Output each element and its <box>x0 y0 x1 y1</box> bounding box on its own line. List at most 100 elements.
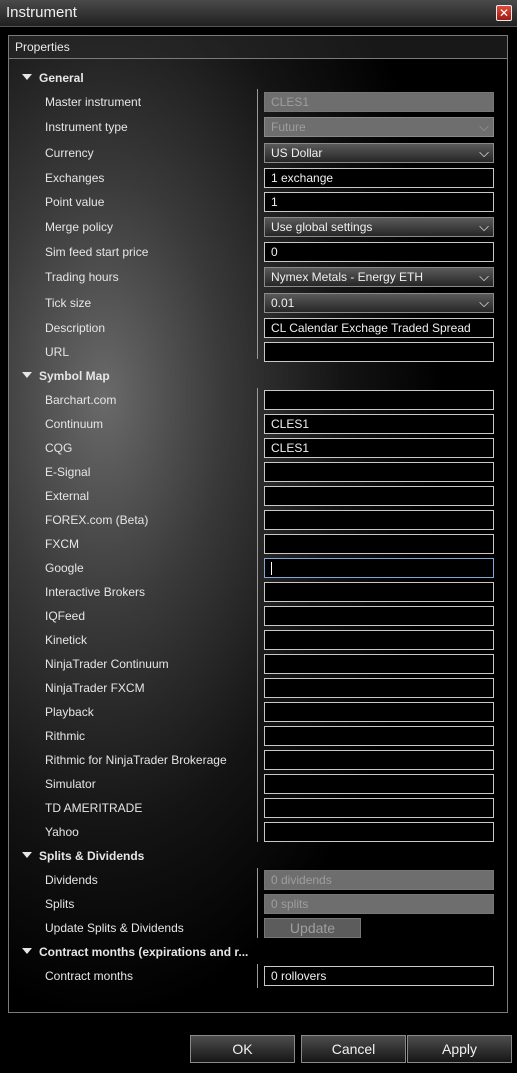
row-url: URL <box>9 340 507 364</box>
symbol-map-field[interactable]: CLES1 <box>264 414 494 434</box>
select-value: 0.01 <box>271 296 295 310</box>
symbol-map-field[interactable] <box>264 798 494 818</box>
symbol-map-field[interactable] <box>264 678 494 698</box>
symbol-map-field[interactable] <box>264 774 494 794</box>
exchanges-field[interactable]: 1 exchange <box>264 168 494 188</box>
row-merge-policy: Merge policy Use global settings ⌵ <box>9 215 507 239</box>
symbol-map-field[interactable] <box>264 726 494 746</box>
row-master-instrument: Master instrument CLES1 <box>9 90 507 114</box>
symbol-map-field[interactable] <box>264 558 494 578</box>
row-description: Description CL Calendar Exchage Traded S… <box>9 316 507 340</box>
symbol-map-field[interactable] <box>264 462 494 482</box>
label: Instrument type <box>45 120 128 134</box>
section-title: General <box>39 71 84 85</box>
symbol-map-row: Rithmic <box>9 724 507 748</box>
symbol-map-field[interactable] <box>264 606 494 626</box>
collapse-triangle-icon[interactable] <box>22 852 32 858</box>
symbol-map-row: Yahoo <box>9 820 507 844</box>
collapse-triangle-icon[interactable] <box>22 948 32 954</box>
symbol-map-field[interactable]: CLES1 <box>264 438 494 458</box>
properties-title: Properties <box>15 40 70 54</box>
section-general[interactable]: General <box>9 67 507 89</box>
symbol-map-field[interactable] <box>264 654 494 674</box>
symbol-map-field[interactable] <box>264 390 494 410</box>
currency-select[interactable]: US Dollar ⌵ <box>264 143 494 163</box>
contract-months-field[interactable]: 0 rollovers <box>264 966 494 986</box>
symbol-map-field[interactable] <box>264 630 494 650</box>
row-tick-size: Tick size 0.01 ⌵ <box>9 291 507 315</box>
symbol-map-row: Google <box>9 556 507 580</box>
label: Splits <box>45 897 75 911</box>
symbol-map-label: FOREX.com (Beta) <box>45 513 149 527</box>
symbol-map-label: TD AMERITRADE <box>45 801 143 815</box>
url-field[interactable] <box>264 342 494 362</box>
point-value-field[interactable]: 1 <box>264 192 494 212</box>
select-value: Nymex Metals - Energy ETH <box>271 270 424 284</box>
close-button[interactable]: ✕ <box>496 5 512 21</box>
merge-policy-select[interactable]: Use global settings ⌵ <box>264 217 494 237</box>
row-trading-hours: Trading hours Nymex Metals - Energy ETH … <box>9 265 507 289</box>
chevron-down-icon: ⌵ <box>479 295 489 310</box>
symbol-map-field[interactable] <box>264 702 494 722</box>
master-instrument-field: CLES1 <box>264 92 494 112</box>
symbol-map-label: Continuum <box>45 417 104 431</box>
label: Tick size <box>45 296 92 310</box>
properties-header: Properties <box>9 36 507 59</box>
chevron-down-icon: ⌵ <box>479 219 489 234</box>
symbol-map-label: Simulator <box>45 777 96 791</box>
symbol-map-label: Yahoo <box>45 825 79 839</box>
symbol-map-label: Interactive Brokers <box>45 585 146 599</box>
symbol-map-row: IQFeed <box>9 604 507 628</box>
select-value: Use global settings <box>271 220 373 234</box>
section-contract-months[interactable]: Contract months (expirations and r... <box>9 941 507 963</box>
apply-button[interactable]: Apply <box>407 1035 512 1063</box>
symbol-map-row: NinjaTrader FXCM <box>9 676 507 700</box>
label: Master instrument <box>45 95 142 109</box>
row-instrument-type: Instrument type Future ⌵ <box>9 115 507 139</box>
symbol-map-label: NinjaTrader FXCM <box>45 681 145 695</box>
section-title: Contract months (expirations and r... <box>39 945 249 959</box>
instrument-window: Instrument ✕ Properties General Master i… <box>0 0 517 1073</box>
symbol-map-label: Google <box>45 561 84 575</box>
symbol-map-field[interactable] <box>264 750 494 770</box>
close-icon: ✕ <box>498 6 510 20</box>
update-button: Update <box>264 918 361 938</box>
select-value: Future <box>271 120 306 134</box>
symbol-map-field[interactable] <box>264 822 494 842</box>
label: Sim feed start price <box>45 245 149 259</box>
description-field[interactable]: CL Calendar Exchage Traded Spread <box>264 318 494 338</box>
row-dividends: Dividends 0 dividends <box>9 868 507 892</box>
label: Merge policy <box>45 220 114 234</box>
label: Update Splits & Dividends <box>45 921 184 935</box>
symbol-map-row: Continuum CLES1 <box>9 412 507 436</box>
chevron-down-icon: ⌵ <box>479 145 489 160</box>
row-currency: Currency US Dollar ⌵ <box>9 141 507 165</box>
ok-button[interactable]: OK <box>190 1035 295 1063</box>
symbol-map-label: Rithmic <box>45 729 86 743</box>
label: Point value <box>45 195 105 209</box>
title-bar[interactable]: Instrument ✕ <box>0 0 517 27</box>
symbol-map-field[interactable] <box>264 582 494 602</box>
text-caret <box>271 562 272 576</box>
symbol-map-field[interactable] <box>264 510 494 530</box>
label: Currency <box>45 146 94 160</box>
section-symbol-map[interactable]: Symbol Map <box>9 365 507 387</box>
properties-panel: Properties General Master instrument CLE… <box>8 35 508 1013</box>
sim-feed-start-price-field[interactable]: 0 <box>264 242 494 262</box>
cancel-button[interactable]: Cancel <box>301 1035 406 1063</box>
collapse-triangle-icon[interactable] <box>22 74 32 80</box>
section-splits-dividends[interactable]: Splits & Dividends <box>9 845 507 867</box>
tick-size-select[interactable]: 0.01 ⌵ <box>264 293 494 313</box>
collapse-triangle-icon[interactable] <box>22 372 32 378</box>
trading-hours-select[interactable]: Nymex Metals - Energy ETH ⌵ <box>264 267 494 287</box>
label: Dividends <box>45 873 98 887</box>
section-title: Symbol Map <box>39 369 110 383</box>
symbol-map-field[interactable] <box>264 534 494 554</box>
symbol-map-row: Kinetick <box>9 628 507 652</box>
symbol-map-row: E-Signal <box>9 460 507 484</box>
symbol-map-row: CQG CLES1 <box>9 436 507 460</box>
symbol-map-field[interactable] <box>264 486 494 506</box>
row-contract-months: Contract months 0 rollovers <box>9 964 507 988</box>
symbol-map-label: Barchart.com <box>45 393 117 407</box>
row-update-splits: Update Splits & Dividends Update <box>9 916 507 940</box>
